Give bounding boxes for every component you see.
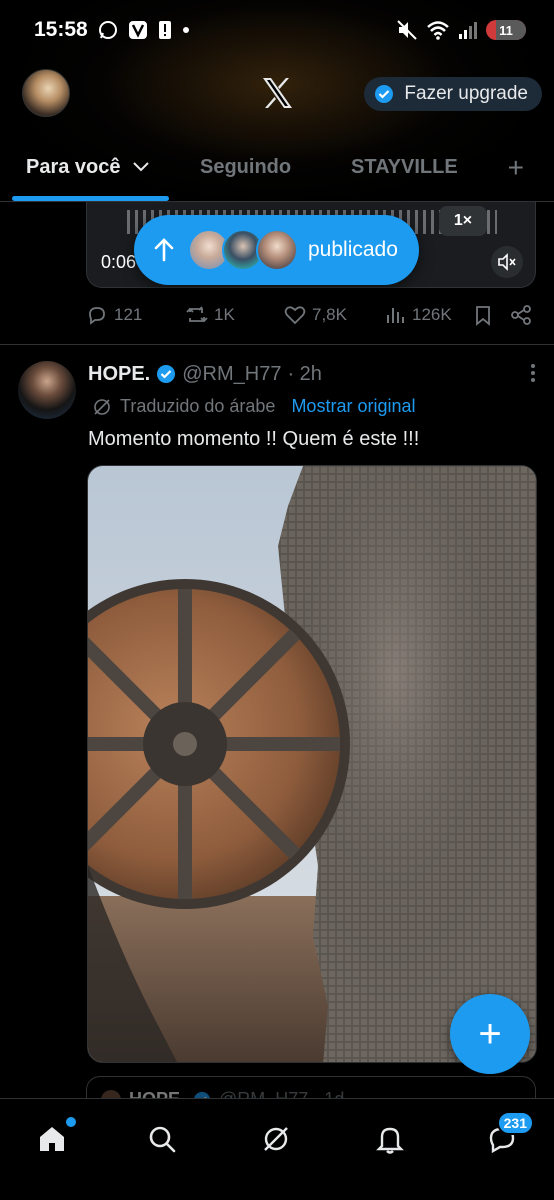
- nav-notifications[interactable]: [372, 1121, 408, 1157]
- x-logo-icon[interactable]: [259, 75, 295, 111]
- tab-following[interactable]: Seguindo: [200, 156, 291, 179]
- tweet-image[interactable]: [87, 465, 537, 1063]
- tab-stayville[interactable]: STAYVILLE: [351, 156, 458, 179]
- nav-messages[interactable]: 231: [484, 1111, 534, 1157]
- more-options-icon[interactable]: [530, 363, 536, 389]
- upgrade-label: Fazer upgrade: [404, 83, 528, 104]
- tab-active-indicator: [12, 196, 169, 201]
- signal-icon: [458, 20, 478, 40]
- reply-count: 121: [114, 305, 143, 324]
- tab-for-you-label: Para você: [26, 156, 121, 178]
- tweet-time: · 2h: [287, 362, 322, 385]
- posted-label: publicado: [308, 238, 398, 261]
- mute-status-icon: [396, 19, 418, 41]
- plus-icon: +: [478, 1012, 502, 1056]
- wifi-icon: [426, 20, 450, 40]
- share-icon: [511, 305, 531, 325]
- chevron-down-icon: [133, 162, 149, 172]
- bookmark-icon: [476, 306, 490, 326]
- search-icon: [149, 1126, 176, 1153]
- show-original-link[interactable]: Mostrar original: [291, 396, 415, 417]
- whatsapp-icon: [98, 20, 118, 40]
- avatar: [256, 229, 298, 271]
- home-icon: [40, 1127, 64, 1151]
- status-bar: 15:58 11: [0, 0, 554, 60]
- playback-speed-button[interactable]: 1×: [439, 206, 487, 236]
- translated-label: Traduzido do árabe: [120, 396, 276, 416]
- nav-home[interactable]: [34, 1117, 76, 1157]
- upgrade-button[interactable]: Fazer upgrade: [364, 77, 542, 111]
- tweet-text: Momento momento !! Quem é este !!!: [88, 428, 420, 450]
- battery-indicator: 11: [486, 20, 526, 40]
- tweet-divider: [0, 344, 554, 345]
- nav-grok[interactable]: [258, 1121, 294, 1157]
- views-icon: [387, 308, 404, 323]
- status-time: 15:58: [34, 18, 88, 41]
- heart-icon: [284, 306, 306, 325]
- messages-badge: 231: [496, 1111, 534, 1135]
- top-header: Fazer upgrade: [0, 60, 554, 130]
- like-count: 7,8K: [312, 305, 347, 324]
- translation-row: Traduzido do árabe Mostrar original: [92, 396, 415, 417]
- tweet-author-avatar[interactable]: [18, 361, 76, 419]
- timeline-tabs: Para você Seguindo STAYVILLE +: [0, 140, 554, 202]
- tweet-author-handle[interactable]: @RM_H77: [182, 363, 281, 386]
- tweet-author-name[interactable]: HOPE.: [88, 363, 150, 386]
- posted-notification-pill[interactable]: publicado: [134, 215, 419, 285]
- nav-search[interactable]: [144, 1121, 180, 1157]
- alert-icon: [158, 20, 172, 40]
- grok-icon: [264, 1127, 288, 1151]
- repost-button[interactable]: 1K: [186, 304, 235, 326]
- profile-avatar[interactable]: [22, 69, 70, 117]
- posted-avatars: [188, 229, 298, 271]
- share-button[interactable]: [510, 304, 532, 326]
- like-button[interactable]: 7,8K: [284, 304, 347, 326]
- bottom-navigation: 231: [0, 1098, 554, 1200]
- repost-count: 1K: [214, 305, 235, 324]
- views-count: 126K: [412, 305, 452, 324]
- mute-icon[interactable]: [491, 246, 523, 278]
- tab-for-you[interactable]: Para você: [26, 156, 150, 179]
- vpn-icon: [128, 20, 148, 40]
- video-time: 0:06: [101, 252, 137, 272]
- reply-button[interactable]: 121: [86, 304, 142, 326]
- translate-icon: [94, 398, 110, 415]
- add-tab-icon[interactable]: +: [508, 152, 524, 184]
- compose-button[interactable]: +: [450, 994, 530, 1074]
- verified-badge-icon: [375, 85, 394, 103]
- dot-icon: [182, 26, 190, 34]
- bell-icon: [376, 1127, 404, 1154]
- reply-icon: [89, 307, 105, 325]
- repost-icon: [186, 306, 208, 323]
- views-button[interactable]: 126K: [384, 304, 452, 326]
- verified-badge-icon: [157, 365, 176, 383]
- unread-dot: [66, 1117, 76, 1127]
- arrow-up-icon: [154, 238, 174, 262]
- bookmark-button[interactable]: [472, 304, 494, 326]
- tweet-header: HOPE. @RM_H77 · 2h: [88, 361, 538, 387]
